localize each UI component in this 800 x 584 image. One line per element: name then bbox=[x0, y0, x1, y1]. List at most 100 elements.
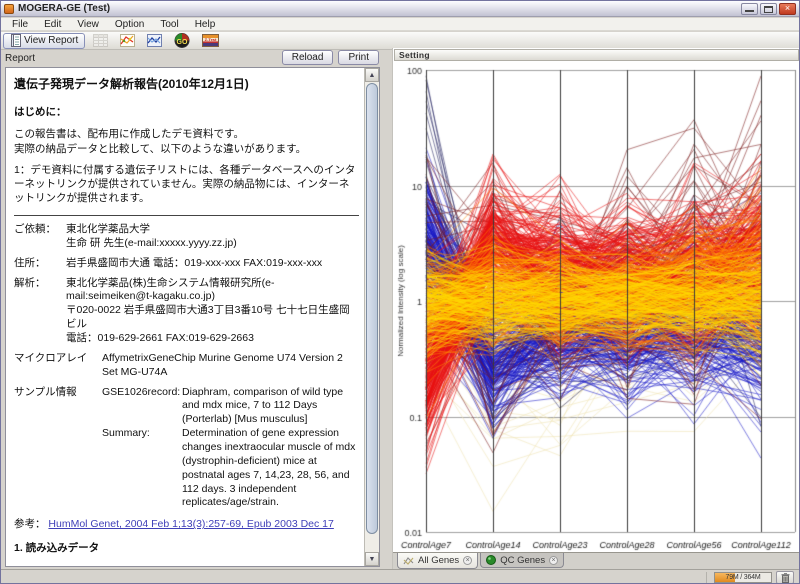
report-field-label: 住所： bbox=[14, 257, 66, 271]
report-document-icon bbox=[10, 34, 21, 47]
line-chart-icon bbox=[147, 34, 162, 47]
scroll-up-arrow[interactable]: ▲ bbox=[365, 68, 379, 82]
go-analysis-button[interactable]: GO bbox=[170, 33, 194, 49]
report-document[interactable]: 遺伝子発現データ解析報告(2010年12月1日) はじめに： この報告書は、配布用に… bbox=[5, 67, 380, 567]
view-report-button[interactable]: View Report bbox=[3, 33, 85, 49]
menu-tool[interactable]: Tool bbox=[152, 19, 186, 30]
report-field-line: 電話：019-629-2661 FAX:019-629-2663 bbox=[66, 332, 359, 346]
report-subfield-value: Diaphram, comparison of wild type and md… bbox=[182, 386, 359, 428]
chart-pane: Setting All Genes × QC Genes × bbox=[392, 48, 800, 569]
chart-tab-bar: All Genes × QC Genes × bbox=[393, 552, 800, 569]
qc-ball-icon bbox=[486, 555, 496, 565]
menu-view[interactable]: View bbox=[69, 19, 107, 30]
tab-label: QC Genes bbox=[500, 555, 545, 566]
report-paragraph: 1. 読み込みデータ bbox=[14, 542, 359, 556]
title-bar[interactable]: MOGERA-GE (Test) × bbox=[1, 1, 799, 17]
report-field-line: 生命 研 先生(e-mail:xxxxx.yyyy.zz.jp) bbox=[66, 237, 359, 251]
tab-label: All Genes bbox=[418, 555, 459, 566]
tab-qc-genes[interactable]: QC Genes × bbox=[480, 553, 564, 568]
report-paragraph: 1：デモ資料に付属する遺伝子リストには、各種データベースへのインターネットリンク… bbox=[14, 164, 359, 206]
report-pane-header: Report Reload Print bbox=[1, 50, 392, 67]
print-button[interactable]: Print bbox=[338, 50, 379, 65]
report-scrollbar[interactable]: ▲ ▼ bbox=[364, 68, 379, 566]
reload-button[interactable]: Reload bbox=[282, 50, 334, 65]
setting-panel-header[interactable]: Setting bbox=[394, 49, 799, 61]
report-field-value: AffymetrixGeneChip Murine Genome U74 Ver… bbox=[102, 352, 359, 380]
report-subfield-value: Determination of gene expression changes… bbox=[182, 427, 359, 510]
report-paragraph: 実際の納品データと比較して、以下のような違いがあります。 bbox=[14, 143, 359, 157]
setting-panel-title: Setting bbox=[399, 50, 430, 60]
maximize-icon bbox=[764, 6, 773, 13]
z-test-icon: Z-Test bbox=[202, 34, 219, 47]
minimize-button[interactable] bbox=[741, 3, 758, 15]
statusbar-divider bbox=[706, 572, 707, 583]
report-field-line: 岩手県盛岡市大通 電話：019-xxx-xxx FAX:019-xxx-xxx bbox=[66, 257, 359, 271]
report-field-label: 解析： bbox=[14, 277, 66, 346]
report-field: マイクロアレイAffymetrixGeneChip Murine Genome … bbox=[14, 352, 359, 380]
report-subfield-label: Summary: bbox=[102, 427, 182, 510]
report-subfield-label: GSE1026record: bbox=[102, 386, 182, 428]
go-icon: GO bbox=[174, 33, 190, 48]
report-field: サンプル情報GSE1026record:Diaphram, comparison… bbox=[14, 386, 359, 511]
report-pane: Report Reload Print 遺伝子発現データ解析報告(2010年12… bbox=[1, 50, 392, 569]
tab-close-icon[interactable]: × bbox=[549, 556, 558, 565]
menu-edit[interactable]: Edit bbox=[36, 19, 69, 30]
report-subfield: GSE1026record:Diaphram, comparison of wi… bbox=[102, 386, 359, 428]
garbage-collect-button[interactable] bbox=[776, 571, 794, 584]
parallel-coordinates-chart[interactable] bbox=[395, 62, 799, 560]
report-field-line: AffymetrixGeneChip Murine Genome U74 Ver… bbox=[102, 352, 359, 380]
view-report-label: View Report bbox=[24, 35, 78, 46]
report-field: 解析：東北化学薬品(株)生命システム情報研究所(e-mail:seimeiken… bbox=[14, 277, 359, 346]
tab-close-icon[interactable]: × bbox=[463, 556, 472, 565]
report-paragraph: 遺伝子発現データ解析報告(2010年12月1日) bbox=[14, 77, 359, 93]
report-link[interactable]: HumMol Genet, 2004 Feb 1;13(3):257-69, E… bbox=[48, 518, 333, 530]
report-field-value: GSE1026record:Diaphram, comparison of wi… bbox=[102, 386, 359, 511]
app-window: MOGERA-GE (Test) × FileEditViewOptionToo… bbox=[0, 0, 800, 584]
report-paragraph: GSE1026 bbox=[14, 564, 359, 566]
svg-text:Z-Test: Z-Test bbox=[205, 37, 217, 42]
table-view-button[interactable] bbox=[89, 33, 112, 49]
menu-option[interactable]: Option bbox=[107, 19, 152, 30]
report-pane-title: Report bbox=[5, 53, 35, 64]
report-paragraph: この報告書は、配布用に作成したデモ資料です。 bbox=[14, 128, 359, 142]
report-field-value: 東北化学薬品(株)生命システム情報研究所(e-mail:seimeiken@t-… bbox=[66, 277, 359, 346]
report-content: 遺伝子発現データ解析報告(2010年12月1日) はじめに： この報告書は、配布用に… bbox=[6, 68, 363, 566]
report-field-value: 東北化学薬品大学生命 研 先生(e-mail:xxxxx.yyyy.zz.jp) bbox=[66, 223, 359, 251]
report-field-label: マイクロアレイ bbox=[14, 352, 102, 380]
menu-help[interactable]: Help bbox=[187, 19, 224, 30]
report-paragraph: 参考： HumMol Genet, 2004 Feb 1;13(3):257-6… bbox=[14, 518, 359, 532]
scrollbar-thumb[interactable] bbox=[366, 83, 378, 534]
report-field-value: 岩手県盛岡市大通 電話：019-xxx-xxx FAX:019-xxx-xxx bbox=[66, 257, 359, 271]
menu-bar: FileEditViewOptionToolHelp bbox=[1, 18, 799, 31]
chart-lines-icon bbox=[403, 556, 414, 566]
trash-icon bbox=[781, 573, 790, 583]
report-field-label: サンプル情報 bbox=[14, 386, 102, 511]
report-header-buttons: Reload Print bbox=[282, 50, 379, 65]
scroll-down-arrow[interactable]: ▼ bbox=[365, 552, 379, 566]
minimize-icon bbox=[745, 10, 754, 12]
memory-indicator[interactable]: 79M / 364M bbox=[714, 572, 772, 583]
tab-all-genes[interactable]: All Genes × bbox=[397, 553, 478, 569]
svg-text:GO: GO bbox=[177, 39, 188, 46]
maximize-button[interactable] bbox=[760, 3, 777, 15]
report-field-line: 東北化学薬品大学 bbox=[66, 223, 359, 237]
window-controls: × bbox=[741, 3, 796, 15]
scatter-plot-button[interactable] bbox=[116, 33, 139, 49]
menu-file[interactable]: File bbox=[4, 19, 36, 30]
scatter-plot-icon bbox=[120, 34, 135, 47]
report-divider bbox=[14, 215, 359, 216]
report-field-label: ご依頼： bbox=[14, 223, 66, 251]
table-icon bbox=[93, 34, 108, 47]
report-paragraph: はじめに： bbox=[14, 106, 359, 120]
status-bar: 79M / 364M bbox=[1, 569, 799, 584]
window-title: MOGERA-GE (Test) bbox=[18, 3, 737, 14]
report-field: ご依頼：東北化学薬品大学生命 研 先生(e-mail:xxxxx.yyyy.zz… bbox=[14, 223, 359, 251]
line-chart-button[interactable] bbox=[143, 33, 166, 49]
close-button[interactable]: × bbox=[779, 3, 796, 15]
memory-usage-label: 79M / 364M bbox=[715, 574, 771, 581]
report-field-line: 〒020-0022 岩手県盛岡市大通3丁目3番10号 七十七日生盛岡ビル bbox=[66, 304, 359, 332]
report-field-line: 東北化学薬品(株)生命システム情報研究所(e-mail:seimeiken@t-… bbox=[66, 277, 359, 305]
app-icon bbox=[4, 4, 14, 14]
z-test-button[interactable]: Z-Test bbox=[198, 33, 223, 49]
report-subfield: Summary:Determination of gene expression… bbox=[102, 427, 359, 510]
